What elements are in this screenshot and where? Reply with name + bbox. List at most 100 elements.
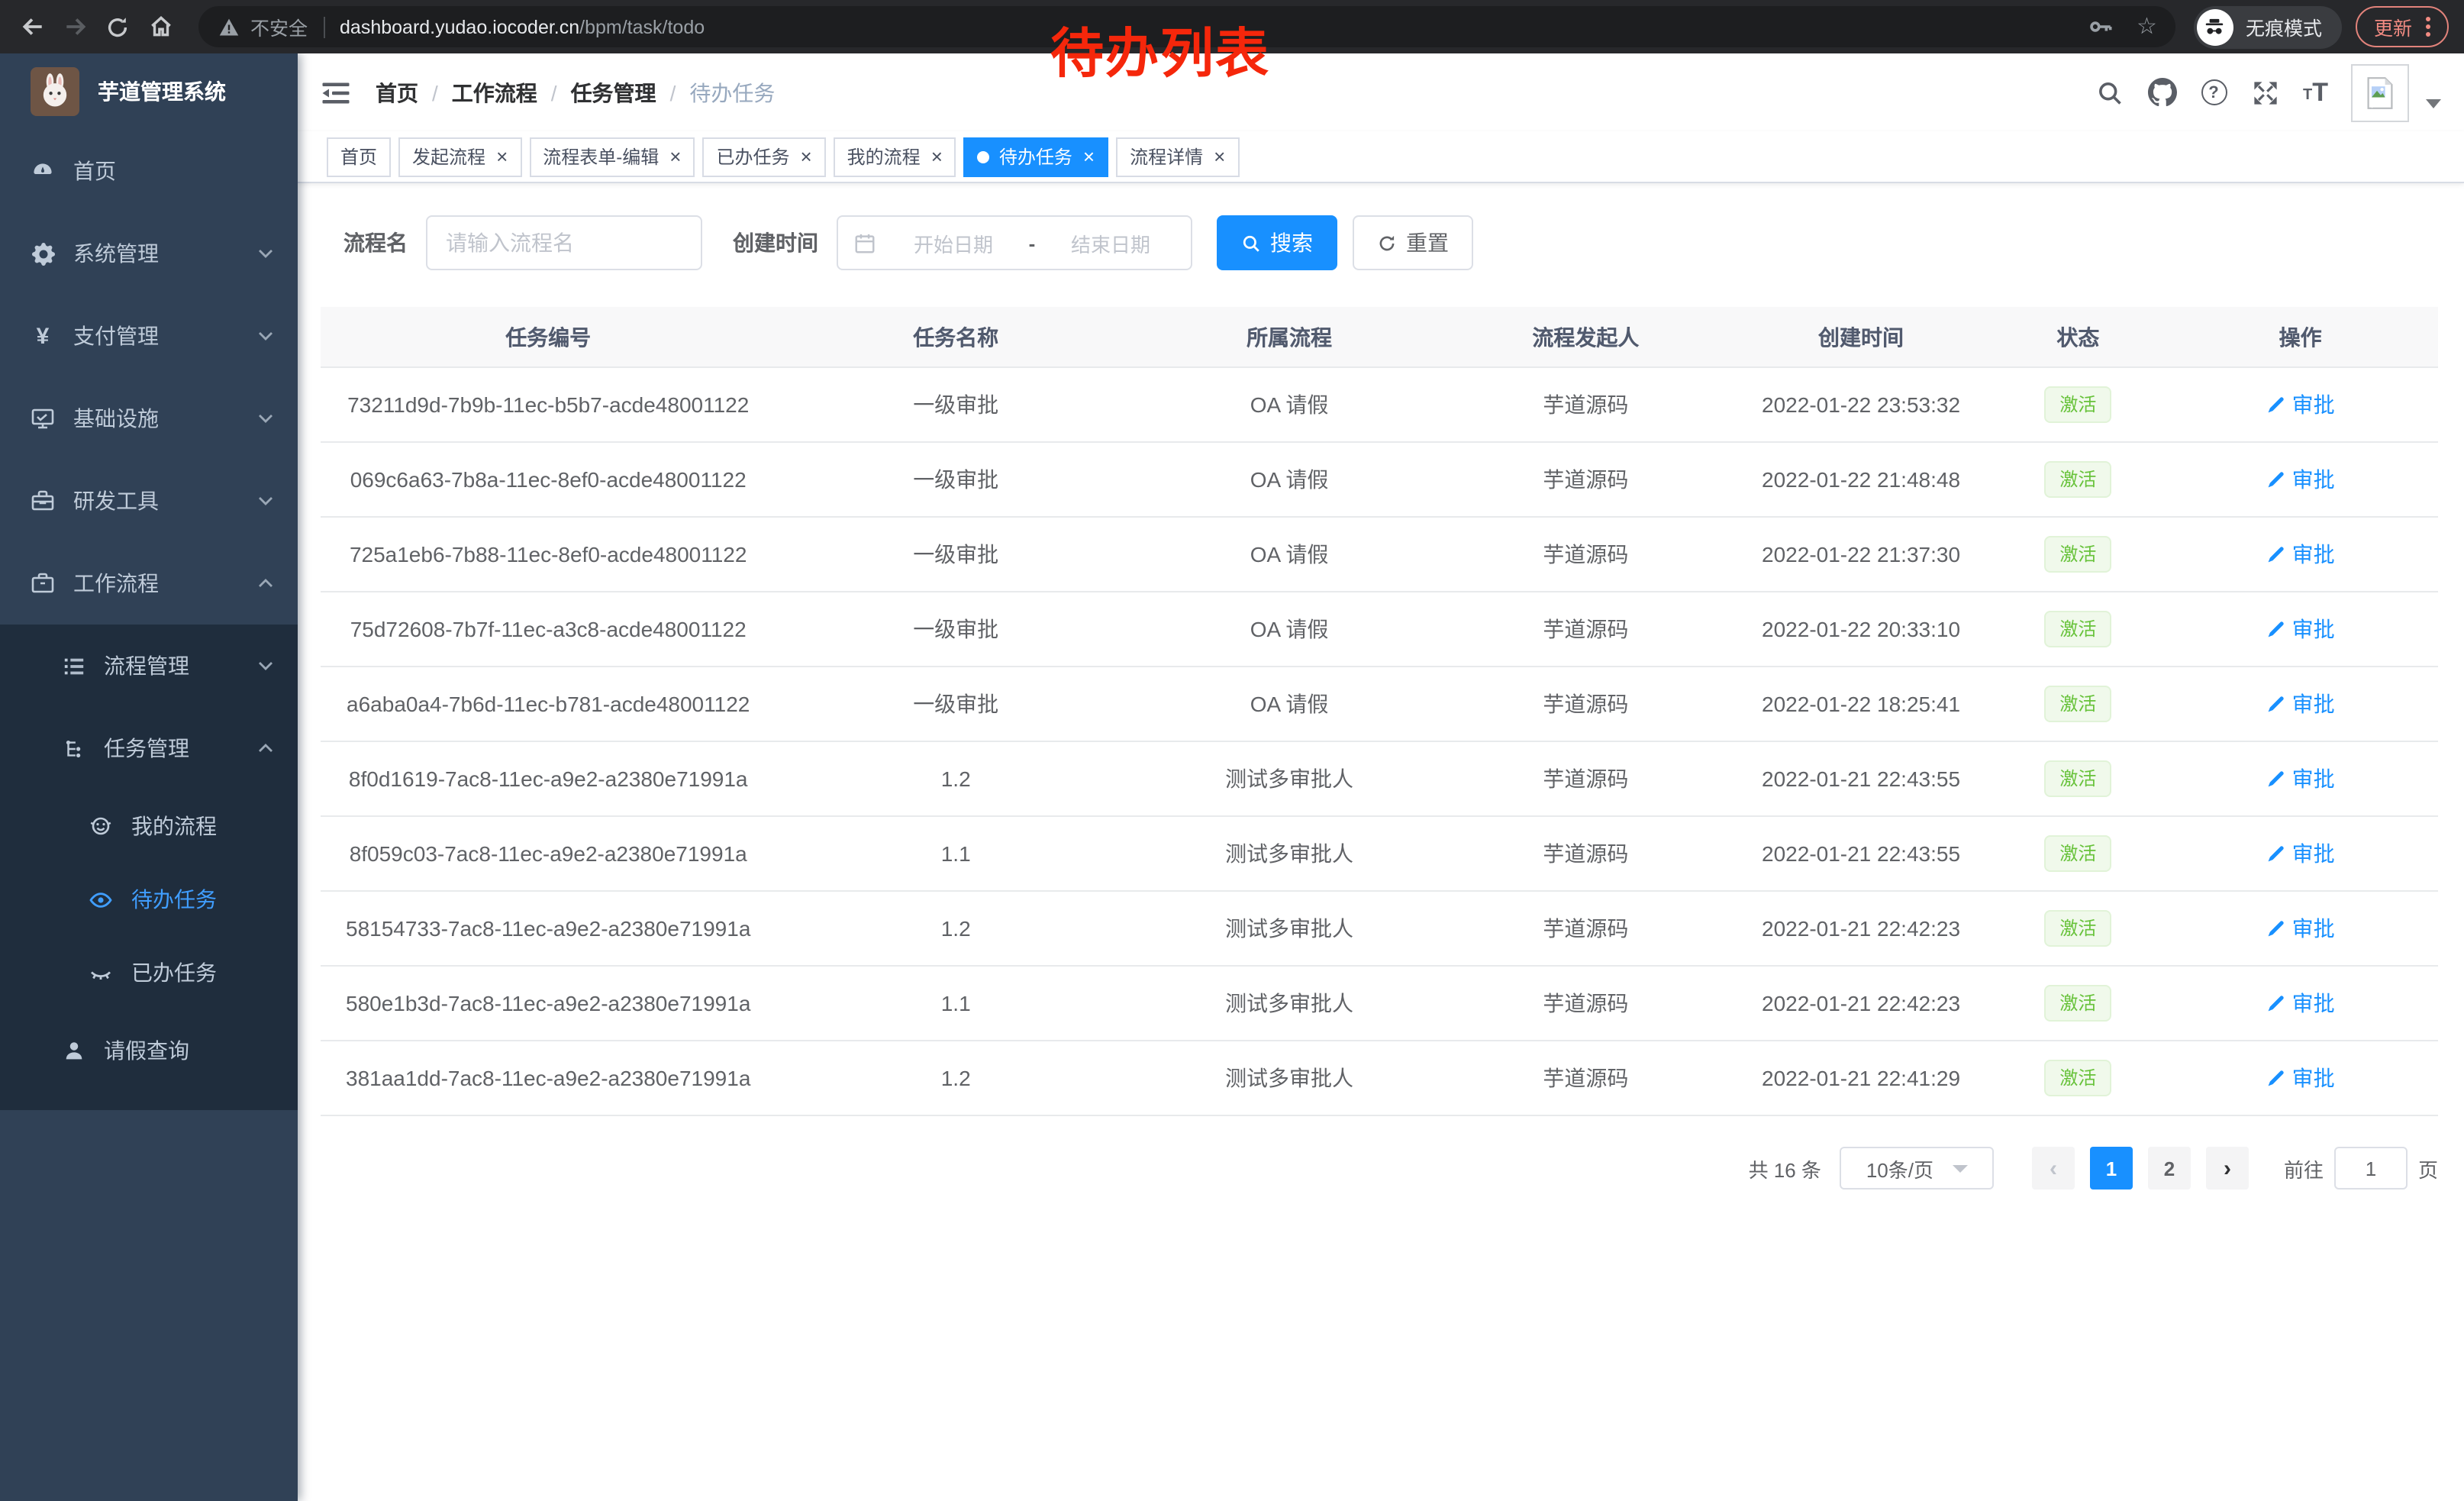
avatar[interactable]	[2351, 63, 2409, 121]
cell-create-time: 2022-01-22 20:33:10	[1729, 617, 1994, 641]
status-badge: 激活	[2044, 985, 2111, 1022]
cell-task-name: 1.1	[776, 841, 1136, 866]
close-icon[interactable]: ×	[496, 147, 508, 166]
approve-button[interactable]: 审批	[2266, 988, 2335, 1018]
next-page-button[interactable]: ›	[2206, 1147, 2249, 1190]
password-key-icon[interactable]	[2088, 14, 2114, 40]
sidebar-item-process-mgmt[interactable]: 流程管理	[0, 625, 298, 707]
cell-task-id: 58154733-7ac8-11ec-a9e2-a2380e71991a	[321, 916, 776, 941]
cell-process: OA 请假	[1136, 614, 1443, 644]
table-row: 381aa1dd-7ac8-11ec-a9e2-a2380e71991a 1.2…	[321, 1041, 2438, 1116]
toolbox-icon	[31, 489, 55, 513]
cell-task-id: 069c6a63-7b8a-11ec-8ef0-acde48001122	[321, 467, 776, 492]
close-icon[interactable]: ×	[1214, 147, 1225, 166]
bookmark-star-icon[interactable]: ☆	[2137, 15, 2157, 38]
fullscreen-icon[interactable]	[2250, 77, 2280, 108]
sidebar-item-devtools[interactable]: 研发工具	[0, 460, 298, 542]
security-warning-label[interactable]: 不安全	[250, 12, 308, 41]
sidebar-toggle-icon[interactable]	[321, 77, 351, 108]
sidebar-item-home[interactable]: 首页	[0, 130, 298, 212]
page-size-select[interactable]: 10条/页	[1840, 1147, 1994, 1190]
page-1-button[interactable]: 1	[2090, 1147, 2133, 1190]
sidebar-item-done-tasks[interactable]: 已办任务	[0, 936, 298, 1009]
sidebar-item-my-process[interactable]: 我的流程	[0, 789, 298, 863]
approve-button[interactable]: 审批	[2266, 614, 2335, 644]
cell-starter: 芋道源码	[1443, 1063, 1728, 1093]
tab-my-process[interactable]: 我的流程×	[834, 137, 956, 176]
sidebar-item-label: 基础设施	[73, 403, 258, 434]
update-label[interactable]: 更新	[2374, 12, 2412, 41]
cell-process: 测试多审批人	[1136, 763, 1443, 794]
start-date-placeholder[interactable]: 开始日期	[889, 228, 1018, 257]
tab-process-detail[interactable]: 流程详情×	[1116, 137, 1239, 176]
help-icon[interactable]: ?	[2201, 79, 2227, 105]
close-icon[interactable]: ×	[669, 147, 681, 166]
date-range-picker[interactable]: 开始日期 - 结束日期	[837, 215, 1192, 270]
status-badge: 激活	[2044, 910, 2111, 947]
security-warning-icon[interactable]	[218, 16, 240, 37]
cell-starter: 芋道源码	[1443, 464, 1728, 495]
pencil-icon	[2266, 1068, 2286, 1088]
github-icon[interactable]	[2147, 77, 2178, 108]
sidebar-item-label: 请假查询	[104, 1035, 273, 1066]
reset-button[interactable]: 重置	[1353, 215, 1473, 270]
browser-update-button[interactable]: 更新	[2356, 6, 2449, 47]
goto-page-input[interactable]	[2334, 1147, 2408, 1190]
close-icon[interactable]: ×	[800, 147, 811, 166]
chevron-down-icon	[258, 411, 273, 426]
search-icon[interactable]	[2094, 77, 2124, 108]
table-row: a6aba0a4-7b6d-11ec-b781-acde48001122 一级审…	[321, 667, 2438, 742]
table-row: 580e1b3d-7ac8-11ec-a9e2-a2380e71991a 1.1…	[321, 967, 2438, 1041]
approve-button[interactable]: 审批	[2266, 464, 2335, 495]
page-url[interactable]: dashboard.yudao.iocoder.cn/bpm/task/todo	[340, 16, 705, 37]
tab-todo-tasks[interactable]: 待办任务×	[964, 137, 1108, 176]
sidebar-item-label: 我的流程	[131, 811, 273, 841]
active-dot	[978, 150, 990, 163]
cell-starter: 芋道源码	[1443, 689, 1728, 719]
approve-button[interactable]: 审批	[2266, 389, 2335, 420]
pencil-icon	[2266, 619, 2286, 639]
page-2-button[interactable]: 2	[2148, 1147, 2191, 1190]
pencil-icon	[2266, 844, 2286, 863]
tab-done-tasks[interactable]: 已办任务×	[702, 137, 825, 176]
close-icon[interactable]: ×	[1083, 147, 1095, 166]
cell-task-name: 1.1	[776, 991, 1136, 1015]
tab-start-process[interactable]: 发起流程×	[398, 137, 521, 176]
sidebar-item-system[interactable]: 系统管理	[0, 212, 298, 295]
sidebar-item-payment[interactable]: ¥ 支付管理	[0, 295, 298, 377]
font-size-icon[interactable]: TT	[2303, 79, 2328, 105]
caret-down-icon[interactable]	[2426, 98, 2441, 108]
sidebar-item-task-mgmt[interactable]: 任务管理	[0, 707, 298, 789]
app-title: 芋道管理系统	[98, 76, 226, 107]
tab-home[interactable]: 首页	[327, 137, 391, 176]
browser-menu-icon[interactable]	[2426, 17, 2430, 37]
sidebar-item-leave-query[interactable]: 请假查询	[0, 1009, 298, 1092]
tab-form-edit[interactable]: 流程表单-编辑×	[529, 137, 695, 176]
breadcrumb-workflow[interactable]: 工作流程	[452, 77, 537, 108]
approve-button[interactable]: 审批	[2266, 838, 2335, 869]
breadcrumb-home[interactable]: 首页	[376, 77, 418, 108]
status-badge: 激活	[2044, 1060, 2111, 1097]
approve-button[interactable]: 审批	[2266, 763, 2335, 794]
approve-button[interactable]: 审批	[2266, 539, 2335, 570]
sidebar-item-infrastructure[interactable]: 基础设施	[0, 377, 298, 460]
reload-icon[interactable]	[101, 10, 134, 44]
process-name-input[interactable]	[426, 215, 702, 270]
search-button[interactable]: 搜索	[1217, 215, 1337, 270]
sidebar-item-workflow[interactable]: 工作流程	[0, 542, 298, 625]
breadcrumb-task-mgmt[interactable]: 任务管理	[571, 77, 656, 108]
close-icon[interactable]: ×	[931, 147, 943, 166]
prev-page-button[interactable]: ‹	[2032, 1147, 2075, 1190]
approve-button[interactable]: 审批	[2266, 913, 2335, 944]
cell-task-name: 一级审批	[776, 389, 1136, 420]
refresh-icon	[1377, 233, 1397, 253]
approve-button[interactable]: 审批	[2266, 1063, 2335, 1093]
sidebar-logo[interactable]: 芋道管理系统	[0, 53, 298, 130]
incognito-label: 无痕模式	[2246, 12, 2322, 41]
home-icon[interactable]	[144, 10, 177, 44]
sidebar-item-todo-tasks[interactable]: 待办任务	[0, 863, 298, 936]
approve-button[interactable]: 审批	[2266, 689, 2335, 719]
people-icon	[89, 814, 113, 838]
end-date-placeholder[interactable]: 结束日期	[1046, 228, 1176, 257]
back-icon[interactable]	[15, 10, 49, 44]
